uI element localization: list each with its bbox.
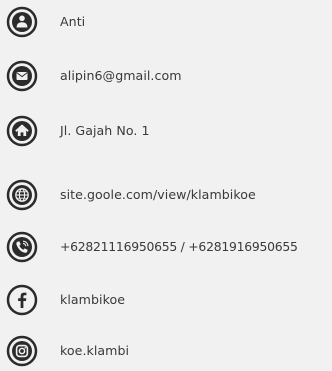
contact-row-website[interactable]: site.goole.com/view/klambikoe — [0, 175, 332, 215]
contact-row-phone[interactable]: +62821116950655 / +6281916950655 — [0, 227, 332, 267]
contact-facebook[interactable]: klambikoe — [60, 292, 125, 308]
user-icon — [6, 6, 38, 38]
facebook-icon — [6, 284, 38, 316]
phone-icon — [6, 231, 38, 263]
contact-phone[interactable]: +62821116950655 / +6281916950655 — [60, 239, 298, 255]
contact-instagram[interactable]: koe.klambi — [60, 343, 129, 359]
envelope-icon — [6, 60, 38, 92]
contact-name: Anti — [60, 14, 86, 29]
contact-row-email[interactable]: alipin6@gmail.com — [0, 56, 332, 96]
contact-row-instagram[interactable]: koe.klambi — [0, 331, 332, 371]
globe-icon — [6, 179, 38, 211]
contact-address: Jl. Gajah No. 1 — [60, 123, 150, 138]
instagram-icon — [6, 335, 38, 367]
contact-list: Anti alipin6@gmail.com Jl. Gajah No. 1 s… — [0, 0, 332, 367]
contact-email[interactable]: alipin6@gmail.com — [60, 68, 182, 84]
contact-website[interactable]: site.goole.com/view/klambikoe — [60, 187, 256, 203]
contact-row-name: Anti — [0, 2, 332, 42]
contact-row-facebook[interactable]: klambikoe — [0, 280, 332, 320]
home-icon — [6, 115, 38, 147]
contact-row-address: Jl. Gajah No. 1 — [0, 111, 332, 151]
